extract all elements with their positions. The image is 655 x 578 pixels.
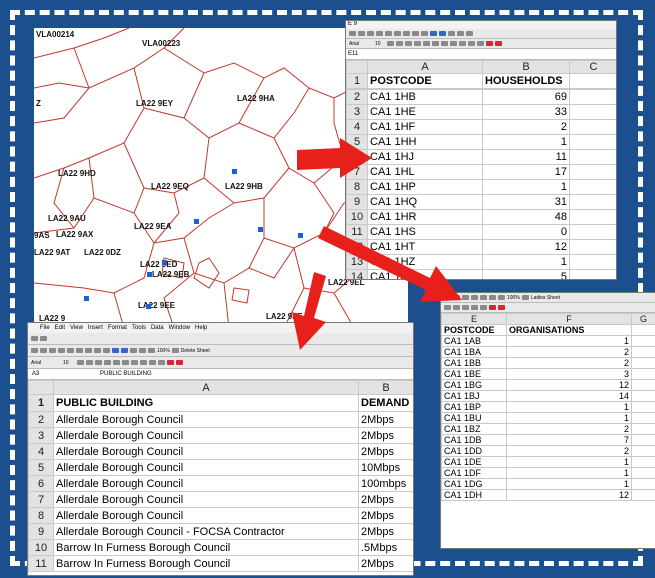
arrow-to-households — [297, 138, 372, 178]
arrows-layer — [292, 138, 462, 350]
arrow-to-public-buildings — [292, 272, 326, 350]
arrow-to-organisations — [318, 226, 462, 302]
